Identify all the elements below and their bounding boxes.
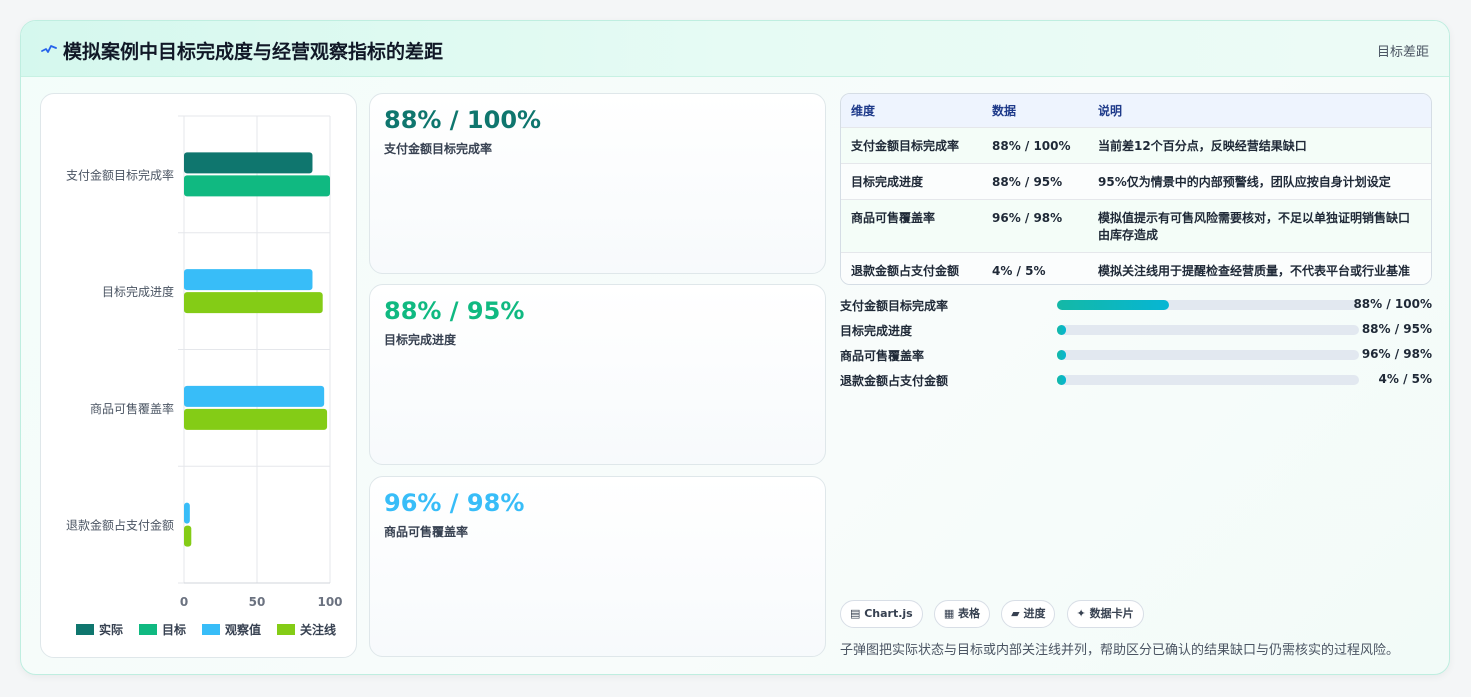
bar — [184, 269, 313, 291]
table-row: 商品可售覆盖率 96% / 98% 模拟值提示有可售风险需要核对，不足以单独证明… — [841, 198, 1431, 252]
x-tick-label: 0 — [180, 595, 188, 609]
stat-label: 商品可售覆盖率 — [384, 525, 469, 539]
bar — [184, 385, 325, 407]
chip-chartjs[interactable]: ▤ Chart.js — [840, 600, 923, 628]
table-cell: 目标完成进度 — [841, 162, 982, 199]
stat-label: 目标完成进度 — [384, 333, 457, 347]
table-header-cell: 维度 — [841, 94, 982, 127]
progress-row: 支付金额目标完成率 88% / 100% — [840, 297, 1440, 322]
progress-value: 4% / 5% — [1378, 372, 1432, 386]
legend-label: 关注线 — [300, 622, 336, 637]
footer-note: 子弹图把实际状态与目标或内部关注线并列，帮助区分已确认的结果缺口与仍需核实的过程… — [840, 643, 1400, 658]
bar — [184, 292, 323, 314]
progress-track — [1057, 350, 1359, 360]
progress-value: 96% / 98% — [1361, 347, 1432, 361]
stat-value: 88% / 95% — [384, 297, 525, 325]
bar — [184, 525, 192, 547]
legend-swatch — [277, 624, 295, 635]
y-category-label: 支付金额目标完成率 — [66, 167, 174, 182]
progress-row: 目标完成进度 88% / 95% — [840, 322, 1440, 347]
stat-card: 88% / 100% 支付金额目标完成率 — [369, 93, 826, 274]
progress-value: 88% / 95% — [1361, 322, 1432, 336]
table-cell: 88% / 100% — [982, 126, 1088, 163]
table-cell: 4% / 5% — [982, 251, 1088, 284]
table-row: 退款金额占支付金额 4% / 5% 模拟关注线用于提醒检查经营质量，不代表平台或… — [841, 251, 1431, 284]
bar — [184, 175, 330, 197]
y-category-label: 退款金额占支付金额 — [66, 518, 174, 533]
progress-row: 退款金额占支付金额 4% / 5% — [840, 372, 1440, 397]
table-cell: 96% / 98% — [982, 198, 1088, 252]
legend-label: 观察值 — [225, 622, 261, 637]
table-header-row: 维度 数据 说明 — [841, 94, 1431, 127]
data-table: 维度 数据 说明 支付金额目标完成率 88% / 100% 当前差12个百分点，… — [840, 93, 1432, 285]
progress-track — [1057, 375, 1359, 385]
page-title: 模拟案例中目标完成度与经营观察指标的差距 — [63, 41, 444, 63]
progress-row: 商品可售覆盖率 96% / 98% — [840, 347, 1440, 372]
y-category-label: 目标完成进度 — [102, 284, 174, 299]
chip-progress[interactable]: ▰ 进度 — [1001, 600, 1056, 628]
stat-value: 96% / 98% — [384, 489, 525, 517]
table-cell: 商品可售覆盖率 — [841, 198, 982, 252]
table-header-cell: 说明 — [1088, 94, 1431, 127]
x-tick-label: 50 — [249, 595, 266, 609]
bullet-chart: 0 50 100 支付金额目标完成率目标完成进度商品可售覆盖率退款金额占支付金额实际 目… — [66, 115, 343, 637]
table-cell: 模拟关注线用于提醒检查经营质量，不代表平台或行业基准 — [1088, 251, 1431, 284]
header-tag: 目标差距 — [1376, 45, 1429, 60]
bullet-chart-panel: 0 50 100 支付金额目标完成率目标完成进度商品可售覆盖率退款金额占支付金额实际 目… — [40, 93, 357, 658]
tech-chips: ▤ Chart.js ▦ 表格 ▰ 进度 ✦ 数据卡片 — [840, 600, 1150, 628]
table-cell: 退款金额占支付金额 — [841, 251, 982, 284]
bar — [184, 408, 328, 430]
table-row: 目标完成进度 88% / 95% 95%仅为情景中的内部预警线，团队应按自身计划… — [841, 162, 1431, 199]
chip-data-card[interactable]: ✦ 数据卡片 — [1066, 600, 1144, 628]
card-header: 模拟案例中目标完成度与经营观察指标的差距 目标差距 — [21, 21, 1449, 77]
progress-label: 目标完成进度 — [840, 324, 913, 338]
progress-track — [1057, 300, 1359, 310]
table-header-cell: 数据 — [982, 94, 1088, 127]
legend-swatch — [76, 624, 94, 635]
table-row: 支付金额目标完成率 88% / 100% 当前差12个百分点，反映经营结果缺口 — [841, 126, 1431, 163]
progress-fill — [1057, 375, 1067, 385]
progress-fill — [1057, 300, 1169, 310]
table-cell: 模拟值提示有可售风险需要核对，不足以单独证明销售缺口由库存造成 — [1088, 198, 1431, 252]
stat-card: 96% / 98% 商品可售覆盖率 — [369, 476, 826, 657]
chip-table[interactable]: ▦ 表格 — [933, 600, 991, 628]
progress-label: 支付金额目标完成率 — [840, 299, 949, 313]
table-cell: 88% / 95% — [982, 162, 1088, 199]
y-category-label: 商品可售覆盖率 — [90, 401, 174, 416]
progress-track — [1057, 325, 1359, 335]
bar — [184, 502, 190, 524]
progress-label: 退款金额占支付金额 — [840, 374, 949, 388]
x-tick-label: 100 — [317, 595, 342, 609]
progress-label: 商品可售覆盖率 — [840, 349, 925, 363]
legend-swatch — [139, 624, 157, 635]
stat-card: 88% / 95% 目标完成进度 — [369, 284, 826, 465]
stat-value: 88% / 100% — [384, 106, 542, 134]
main-card: 模拟案例中目标完成度与经营观察指标的差距 目标差距 0 50 100 支付金额目标完成… — [20, 20, 1450, 675]
legend-swatch — [202, 624, 220, 635]
table-cell: 95%仅为情景中的内部预警线，团队应按自身计划设定 — [1088, 162, 1431, 199]
table-cell: 支付金额目标完成率 — [841, 126, 982, 163]
progress-fill — [1057, 325, 1067, 335]
progress-value: 88% / 100% — [1353, 297, 1432, 311]
progress-list: 支付金额目标完成率 88% / 100% 目标完成进度 88% / 95% 商品… — [840, 297, 1440, 397]
bar — [184, 152, 313, 174]
legend-label: 实际 — [99, 622, 123, 637]
stat-label: 支付金额目标完成率 — [384, 142, 493, 156]
progress-fill — [1057, 350, 1067, 360]
legend-label: 目标 — [162, 622, 186, 637]
table-cell: 当前差12个百分点，反映经营结果缺口 — [1088, 126, 1431, 163]
pulse-icon — [41, 45, 57, 53]
